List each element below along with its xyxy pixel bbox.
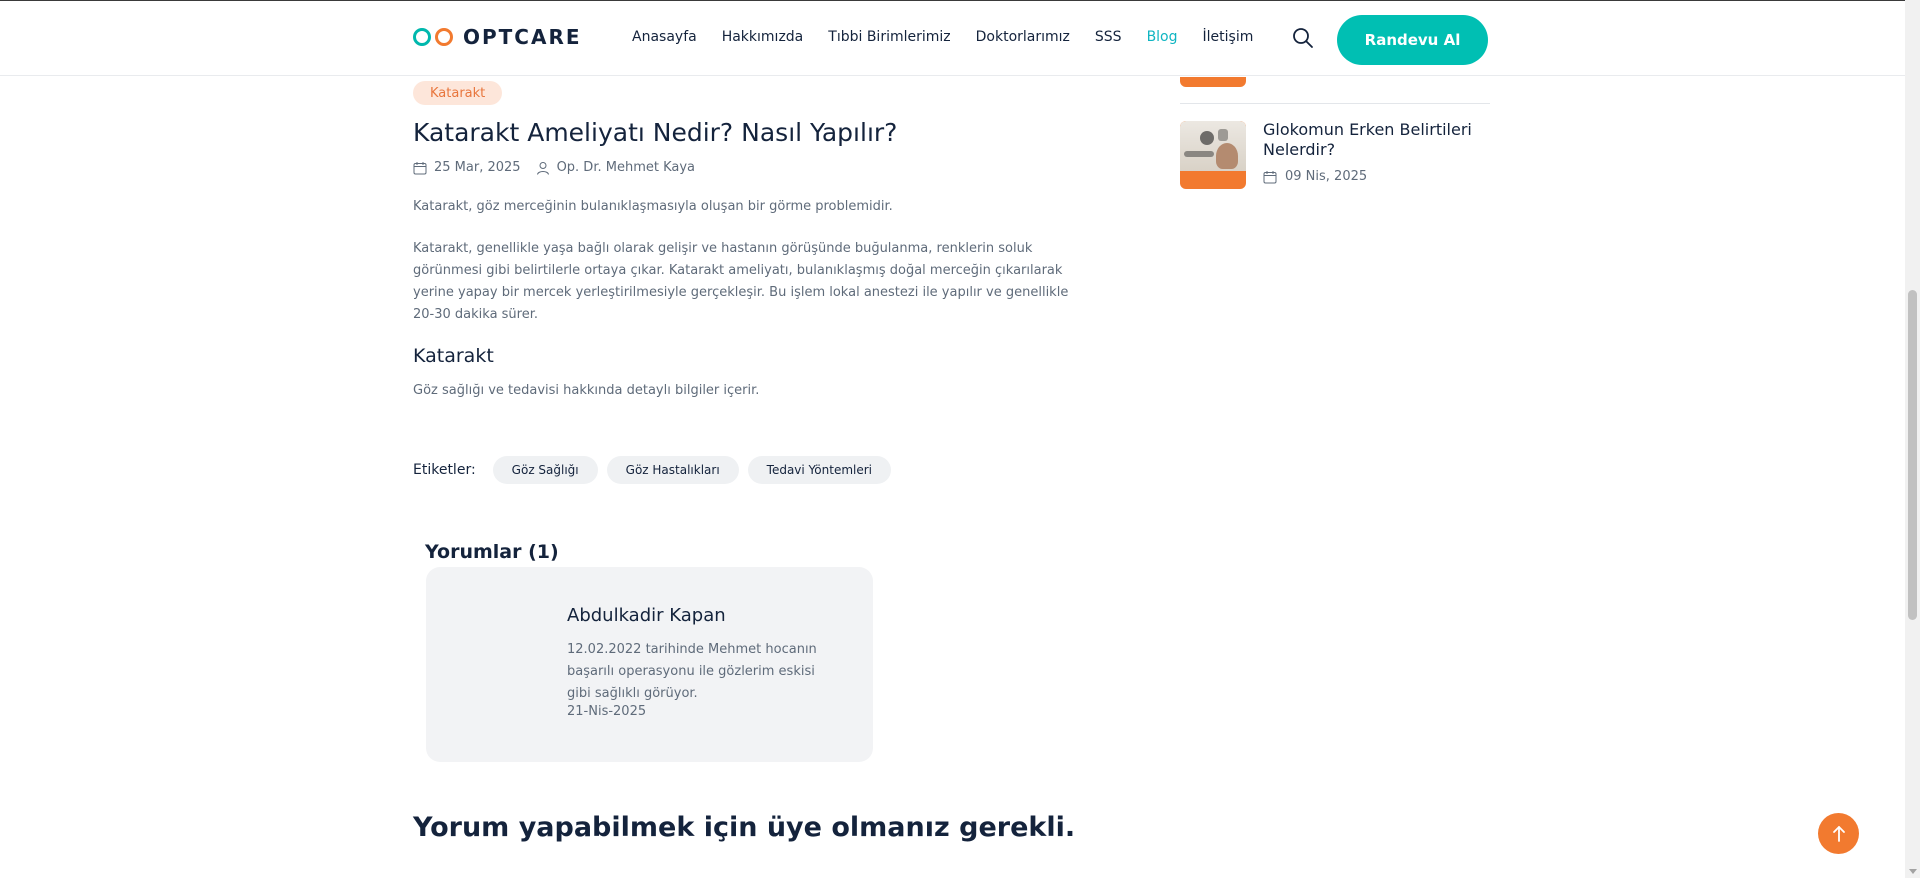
comment-author: Abdulkadir Kapan bbox=[567, 605, 726, 626]
recent-post-thumbnail[interactable] bbox=[1180, 121, 1246, 189]
eye-exam-image-arm bbox=[1184, 151, 1214, 157]
comment-text: 12.02.2022 tarihinde Mehmet hocanın başa… bbox=[567, 642, 817, 701]
recent-post-date-wrap: 09 Nis, 2025 bbox=[1263, 169, 1367, 184]
article-subheading: Katarakt bbox=[413, 345, 494, 367]
page-scrollbar[interactable] bbox=[1905, 0, 1920, 878]
article-intro: Katarakt, göz merceğinin bulanıklaşmasıy… bbox=[413, 199, 893, 214]
tag-tedavi-yontemleri[interactable]: Tedavi Yöntemleri bbox=[747, 456, 891, 484]
comment-date: 21-Nis-2025 bbox=[567, 704, 647, 719]
eye-exam-image-face bbox=[1216, 143, 1238, 169]
article-author-wrap: Op. Dr. Mehmet Kaya bbox=[536, 160, 695, 175]
logo-icon bbox=[413, 26, 457, 48]
login-required-note: Yorum yapabilmek için üye olmanız gerekl… bbox=[413, 812, 1076, 843]
article-title: Katarakt Ameliyatı Nedir? Nasıl Yapılır? bbox=[413, 118, 898, 147]
nav-item-blog[interactable]: Blog bbox=[1147, 29, 1178, 45]
logo-ring-orange bbox=[435, 28, 453, 46]
back-to-top-button[interactable] bbox=[1818, 813, 1859, 854]
nav-item-sss[interactable]: SSS bbox=[1095, 29, 1122, 45]
article-date-wrap: 25 Mar, 2025 bbox=[413, 160, 521, 175]
tags-label: Etiketler: bbox=[413, 462, 476, 478]
scroll-down-arrow-icon[interactable] bbox=[1909, 869, 1917, 874]
site-header: OPTCARE Anasayfa Hakkımızda Tıbbi Biriml… bbox=[0, 1, 1905, 76]
eye-exam-image-lens-small bbox=[1218, 129, 1228, 141]
search-icon[interactable] bbox=[1291, 26, 1315, 50]
logo-ring-teal bbox=[413, 28, 431, 46]
user-icon bbox=[536, 161, 549, 175]
article-body: Katarakt, genellikle yaşa bağlı olarak g… bbox=[413, 241, 1069, 322]
comments-title: Yorumlar (1) bbox=[425, 541, 559, 563]
sidebar-divider bbox=[1180, 103, 1490, 104]
nav-item-doktorlarimiz[interactable]: Doktorlarımız bbox=[976, 29, 1070, 45]
article-subtext: Göz sağlığı ve tedavisi hakkında detaylı… bbox=[413, 383, 760, 398]
calendar-icon bbox=[1263, 170, 1277, 183]
tag-list: Etiketler: Göz Sağlığı Göz Hastalıkları … bbox=[413, 456, 900, 484]
category-badge[interactable]: Katarakt bbox=[413, 81, 503, 105]
main-nav: Anasayfa Hakkımızda Tıbbi Birimlerimiz D… bbox=[632, 29, 1278, 45]
arrow-up-icon bbox=[1832, 825, 1845, 842]
article-author[interactable]: Op. Dr. Mehmet Kaya bbox=[557, 160, 695, 175]
nav-item-tibbi-birimlerimiz[interactable]: Tıbbi Birimlerimiz bbox=[828, 29, 950, 45]
nav-item-anasayfa[interactable]: Anasayfa bbox=[632, 29, 697, 45]
eye-exam-image-lens bbox=[1200, 131, 1214, 145]
calendar-icon bbox=[413, 161, 427, 174]
comment-card: Abdulkadir Kapan 12.02.2022 tarihinde Me… bbox=[426, 567, 873, 762]
article-date: 25 Mar, 2025 bbox=[434, 160, 521, 175]
logo[interactable]: OPTCARE bbox=[413, 25, 582, 49]
recent-post-date: 09 Nis, 2025 bbox=[1285, 169, 1368, 184]
scrollbar-thumb[interactable] bbox=[1908, 290, 1917, 620]
recent-post-title[interactable]: Glokomun Erken Belirtileri Nelerdir? bbox=[1263, 120, 1493, 160]
tag-goz-sagligi[interactable]: Göz Sağlığı bbox=[492, 456, 598, 484]
nav-item-iletisim[interactable]: İletişim bbox=[1203, 29, 1254, 45]
appointment-button[interactable]: Randevu Al bbox=[1337, 15, 1488, 65]
logo-text: OPTCARE bbox=[463, 25, 582, 49]
page: OPTCARE Anasayfa Hakkımızda Tıbbi Biriml… bbox=[0, 0, 1920, 878]
recent-post-thumbnail-previous[interactable] bbox=[1180, 77, 1246, 87]
article-meta: 25 Mar, 2025 Op. Dr. Mehmet Kaya bbox=[413, 160, 695, 175]
nav-item-hakkimizda[interactable]: Hakkımızda bbox=[722, 29, 804, 45]
tag-goz-hastaliklari[interactable]: Göz Hastalıkları bbox=[606, 456, 739, 484]
